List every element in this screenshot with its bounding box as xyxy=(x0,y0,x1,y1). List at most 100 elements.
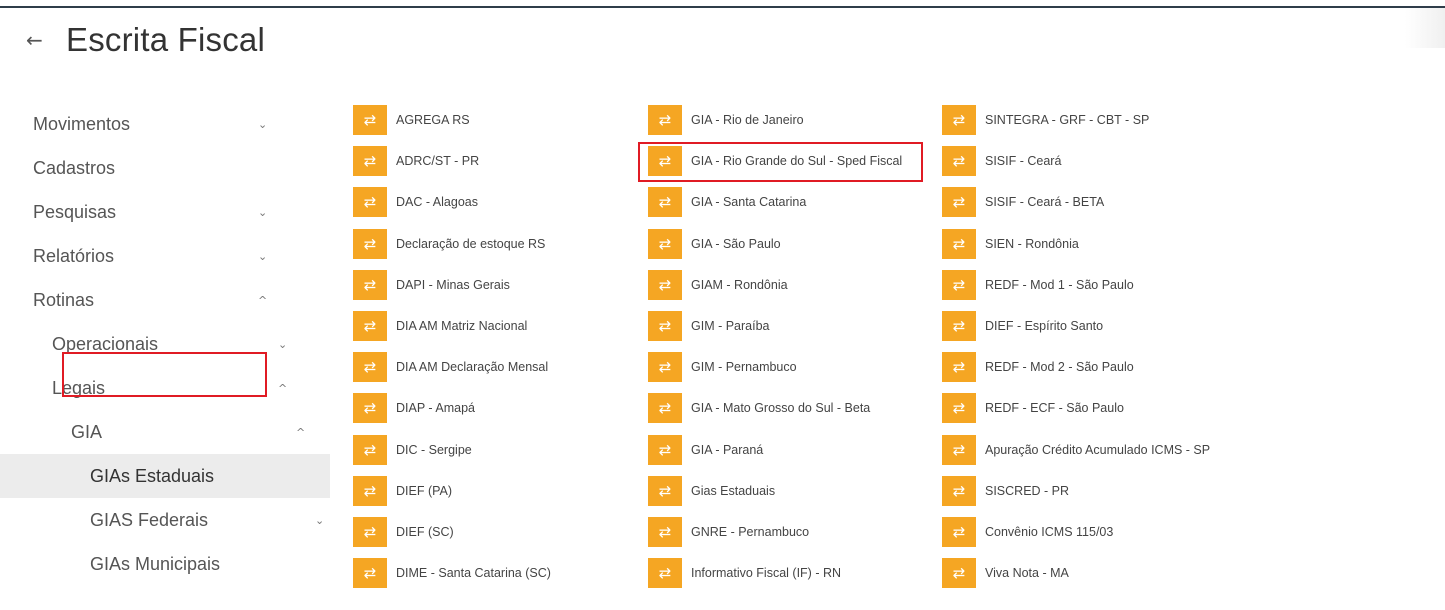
routine-tile[interactable]: ⇄ DAPI - Minas Gerais xyxy=(353,268,510,302)
routine-tile[interactable]: ⇄ DAC - Alagoas xyxy=(353,185,478,219)
routine-tile[interactable]: ⇄ GIM - Paraíba xyxy=(648,309,770,343)
routine-tile[interactable]: ⇄ Convênio ICMS 115/03 xyxy=(942,515,1113,549)
routine-tile[interactable]: ⇄ Apuração Crédito Acumulado ICMS - SP xyxy=(942,433,1210,467)
routine-tile[interactable]: ⇄ GIA - Rio Grande do Sul - Sped Fiscal xyxy=(648,144,902,178)
routine-tile-label: DIAP - Amapá xyxy=(396,401,475,416)
transfer-icon: ⇄ xyxy=(942,434,976,465)
transfer-icon: ⇄ xyxy=(648,393,682,424)
sidebar-item-gias-federais[interactable]: GIAS Federais ⌄ xyxy=(0,498,330,542)
sidebar-item-label: Relatórios xyxy=(33,245,115,266)
routine-tile[interactable]: ⇄ GIAM - Rondônia xyxy=(648,268,788,302)
sidebar-item-label: GIAS Federais xyxy=(90,509,209,530)
routine-tile-label: REDF - Mod 1 - São Paulo xyxy=(985,277,1134,292)
sidebar-item-pesquisas[interactable]: Pesquisas ⌄ xyxy=(0,190,330,234)
sidebar-item-operacionais[interactable]: Operacionais ⌄ xyxy=(0,322,330,366)
routine-tile[interactable]: ⇄ GIA - São Paulo xyxy=(648,227,781,261)
routine-tile-label: SINTEGRA - GRF - CBT - SP xyxy=(985,113,1150,127)
transfer-icon: ⇄ xyxy=(648,105,682,135)
transfer-icon: ⇄ xyxy=(353,146,387,177)
routine-tile[interactable]: ⇄ DIC - Sergipe xyxy=(353,433,472,467)
routine-tile-label: GIA - Mato Grosso do Sul - Beta xyxy=(691,401,871,416)
routine-tile-label: ADRC/ST - PR xyxy=(396,154,480,169)
routine-tile-label: DAC - Alagoas xyxy=(396,195,478,210)
routine-tile[interactable]: ⇄ GIA - Santa Catarina xyxy=(648,185,806,219)
routine-tile[interactable]: ⇄ GNRE - Pernambuco xyxy=(648,515,809,549)
routine-tile[interactable]: ⇄ DIME - Santa Catarina (SC) xyxy=(353,556,551,590)
transfer-icon: ⇄ xyxy=(648,146,682,177)
sidebar-item-movimentos[interactable]: Movimentos ⌄ xyxy=(0,102,330,146)
chevron-down-icon: ⌄ xyxy=(258,117,268,131)
chevron-up-icon: ^ xyxy=(258,293,268,307)
transfer-icon: ⇄ xyxy=(942,475,976,506)
routine-tile[interactable]: ⇄ Informativo Fiscal (IF) - RN xyxy=(648,556,841,590)
transfer-icon: ⇄ xyxy=(353,352,387,383)
transfer-icon: ⇄ xyxy=(353,105,387,135)
routine-tile[interactable]: ⇄ Gias Estaduais xyxy=(648,474,775,508)
routine-tile-label: Gias Estaduais xyxy=(691,483,776,498)
routine-tile[interactable]: ⇄ REDF - Mod 2 - São Paulo xyxy=(942,350,1134,384)
routine-tile[interactable]: ⇄ GIM - Pernambuco xyxy=(648,350,797,384)
routine-tile[interactable]: ⇄ REDF - ECF - São Paulo xyxy=(942,391,1124,425)
transfer-icon: ⇄ xyxy=(942,311,976,341)
routine-tile[interactable]: ⇄ SISIF - Ceará - BETA xyxy=(942,185,1104,219)
routine-tile[interactable]: ⇄ AGREGA RS xyxy=(353,103,470,137)
chevron-up-icon: ^ xyxy=(296,425,306,439)
chevron-down-icon: ⌄ xyxy=(278,337,288,351)
transfer-icon: ⇄ xyxy=(353,393,387,424)
top-rule xyxy=(0,6,1445,8)
sidebar-item-label: Rotinas xyxy=(33,289,95,310)
sidebar-item-relatorios[interactable]: Relatórios ⌄ xyxy=(0,234,330,278)
routine-tile[interactable]: ⇄ DIEF (SC) xyxy=(353,515,454,549)
transfer-icon: ⇄ xyxy=(648,352,682,383)
sidebar-nav: Movimentos ⌄ Cadastros Pesquisas ⌄ Relat… xyxy=(0,102,330,586)
routine-tile-label: Informativo Fiscal (IF) - RN xyxy=(691,566,842,581)
transfer-icon: ⇄ xyxy=(942,558,976,589)
routine-tile[interactable]: ⇄ Declaração de estoque RS xyxy=(353,227,545,261)
transfer-icon: ⇄ xyxy=(648,434,682,465)
routine-tile[interactable]: ⇄ REDF - Mod 1 - São Paulo xyxy=(942,268,1134,302)
sidebar-item-legais[interactable]: Legais ^ xyxy=(0,366,330,410)
routine-tile-label: DAPI - Minas Gerais xyxy=(396,277,510,292)
routine-tile[interactable]: ⇄ ADRC/ST - PR xyxy=(353,144,479,178)
routine-tile[interactable]: ⇄ GIA - Mato Grosso do Sul - Beta xyxy=(648,391,870,425)
routine-tile-label: GIA - Rio de Janeiro xyxy=(691,113,804,127)
sidebar-item-gias-municipais[interactable]: GIAs Municipais xyxy=(0,542,330,586)
routine-tile-label: Apuração Crédito Acumulado ICMS - SP xyxy=(985,442,1211,457)
sidebar-item-label: Operacionais xyxy=(52,333,159,354)
routine-tile-label: Convênio ICMS 115/03 xyxy=(985,525,1114,539)
transfer-icon: ⇄ xyxy=(353,269,387,300)
sidebar-item-gias-estaduais[interactable]: GIAs Estaduais xyxy=(0,454,330,498)
routine-tile-label: DIEF - Espírito Santo xyxy=(985,319,1104,333)
sidebar-item-cadastros[interactable]: Cadastros xyxy=(0,146,330,190)
routine-tile-label: GIM - Pernambuco xyxy=(691,360,797,375)
routine-tile-label: GIAM - Rondônia xyxy=(691,277,788,292)
routine-tile[interactable]: ⇄ Viva Nota - MA xyxy=(942,556,1069,590)
sidebar-item-rotinas[interactable]: Rotinas ^ xyxy=(0,278,330,322)
transfer-icon: ⇄ xyxy=(648,187,682,218)
routine-tile[interactable]: ⇄ GIA - Rio de Janeiro xyxy=(648,103,804,137)
routine-tile[interactable]: ⇄ DIEF (PA) xyxy=(353,474,452,508)
routine-tile[interactable]: ⇄ SISCRED - PR xyxy=(942,474,1069,508)
back-arrow-icon[interactable]: ← xyxy=(26,28,66,52)
routine-tile[interactable]: ⇄ GIA - Paraná xyxy=(648,433,763,467)
routine-tile[interactable]: ⇄ SISIF - Ceará xyxy=(942,144,1061,178)
sidebar-item-label: Legais xyxy=(52,377,106,398)
routine-tile[interactable]: ⇄ DIEF - Espírito Santo xyxy=(942,309,1103,343)
transfer-icon: ⇄ xyxy=(353,558,387,589)
sidebar-item-label: GIAs Municipais xyxy=(90,553,221,574)
transfer-icon: ⇄ xyxy=(942,105,976,135)
routine-tile[interactable]: ⇄ SIEN - Rondônia xyxy=(942,227,1079,261)
page-title: Escrita Fiscal xyxy=(66,21,265,58)
transfer-icon: ⇄ xyxy=(648,269,682,300)
routine-tile-label: GIM - Paraíba xyxy=(691,319,770,333)
routine-tile[interactable]: ⇄ DIA AM Declaração Mensal xyxy=(353,350,548,384)
transfer-icon: ⇄ xyxy=(942,393,976,424)
routine-tile[interactable]: ⇄ DIA AM Matriz Nacional xyxy=(353,309,527,343)
transfer-icon: ⇄ xyxy=(942,352,976,383)
transfer-icon: ⇄ xyxy=(942,146,976,177)
routine-tile-label: GNRE - Pernambuco xyxy=(691,525,810,539)
sidebar-item-gia[interactable]: GIA ^ xyxy=(0,410,330,454)
routine-tile[interactable]: ⇄ DIAP - Amapá xyxy=(353,391,475,425)
routine-tile-label: DIEF (PA) xyxy=(396,483,453,498)
routine-tile[interactable]: ⇄ SINTEGRA - GRF - CBT - SP xyxy=(942,103,1149,137)
